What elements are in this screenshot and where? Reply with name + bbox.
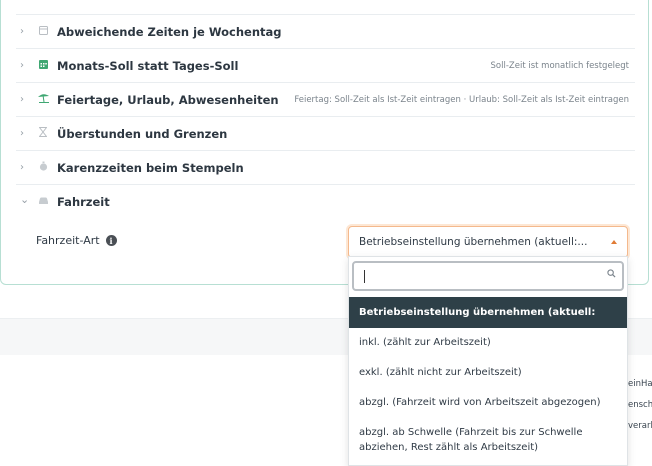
section-ueberstunden[interactable]: › Überstunden und Grenzen: [16, 116, 635, 150]
hourglass-icon: [35, 127, 51, 140]
fahrzeit-art-select[interactable]: Betriebseinstellung übernehmen (aktuell:…: [348, 226, 628, 258]
section-karenzzeiten[interactable]: › Karenzzeiten beim Stempeln: [16, 150, 635, 184]
text-cursor: [364, 270, 365, 283]
section-hint: Feiertag: Soll-Zeit als Ist-Zeit eintrag…: [294, 94, 629, 105]
chevron-right-icon: ›: [20, 60, 24, 71]
section-title: Abweichende Zeiten je Wochentag: [57, 24, 282, 39]
background-text: einHa: [628, 379, 652, 389]
section-title: Überstunden und Grenzen: [57, 126, 228, 141]
section-abweichende-zeiten[interactable]: › Abweichende Zeiten je Wochentag: [16, 14, 635, 48]
background-text: verarl: [628, 421, 652, 431]
dropdown-option[interactable]: Betriebseinstellung übernehmen (aktuell:…: [349, 297, 627, 349]
section-title: Monats-Soll statt Tages-Soll: [57, 58, 239, 73]
section-title: Feiertage, Urlaub, Abwesenheiten: [57, 92, 279, 107]
chevron-down-icon: ⌄: [20, 193, 30, 206]
chevron-right-icon: ›: [20, 26, 24, 37]
dropdown-option[interactable]: inkl. (zählt zur Arbeitszeit): [349, 328, 627, 358]
stopwatch-icon: [35, 161, 51, 174]
background-text: ensch: [628, 400, 652, 410]
search-icon: [607, 269, 616, 278]
calendar-icon: [35, 25, 51, 38]
chevron-right-icon: ›: [20, 94, 24, 105]
calendar-grid-icon: [35, 59, 51, 72]
fahrzeit-art-dropdown: Betriebseinstellung übernehmen (aktuell:…: [348, 256, 628, 466]
section-fahrzeit[interactable]: ⌄ Fahrzeit: [16, 184, 635, 218]
section-monats-soll[interactable]: › Monats-Soll statt Tages-Soll Soll-Zeit…: [16, 48, 635, 82]
chevron-right-icon: ›: [20, 128, 24, 139]
fahrzeit-art-label: Fahrzeit-Art i: [36, 234, 117, 247]
field-label-text: Fahrzeit-Art: [36, 234, 100, 247]
caret-up-icon: [611, 240, 617, 244]
section-title: Fahrzeit: [57, 194, 110, 209]
section-hint: Soll-Zeit ist monatlich festgelegt: [490, 60, 629, 71]
section-feiertage[interactable]: › Feiertage, Urlaub, Abwesenheiten Feier…: [16, 82, 635, 116]
car-icon: [35, 196, 51, 208]
info-icon[interactable]: i: [105, 235, 117, 246]
chevron-right-icon: ›: [20, 162, 24, 173]
dropdown-search-input[interactable]: [352, 261, 624, 291]
select-value: Betriebseinstellung übernehmen (aktuell:…: [359, 236, 588, 248]
dropdown-option[interactable]: abzgl. (Fahrzeit wird von Arbeitszeit ab…: [349, 388, 627, 418]
section-title: Karenzzeiten beim Stempeln: [57, 160, 244, 175]
dropdown-option[interactable]: exkl. (zählt nicht zur Arbeitszeit): [349, 358, 627, 388]
dropdown-option[interactable]: abzgl. ab Schwelle (Fahrzeit bis zur Sch…: [349, 425, 627, 455]
beach-umbrella-icon: [35, 93, 51, 106]
